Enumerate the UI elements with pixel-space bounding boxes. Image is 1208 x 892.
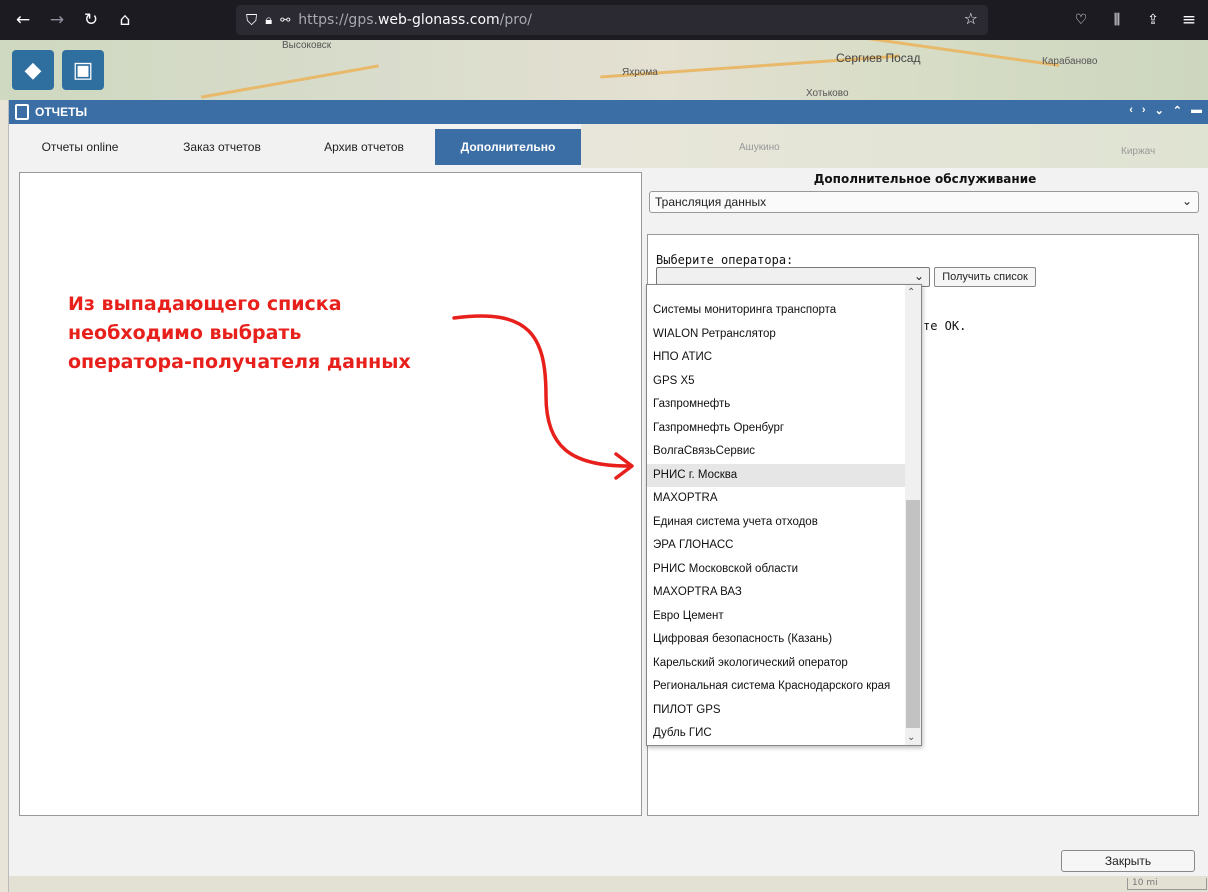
service-select-value: Трансляция данных bbox=[655, 195, 767, 209]
dropdown-option[interactable]: Дубль ГИС bbox=[647, 722, 905, 745]
browser-nav: ← → ↻ ⌂ bbox=[0, 7, 232, 33]
tab-bar: Отчеты online Заказ отчетов Архив отчето… bbox=[9, 129, 581, 165]
minimize-icon[interactable]: ▬ bbox=[1191, 104, 1202, 117]
operator-label: Выберите оператора: bbox=[656, 253, 794, 267]
map-label: Сергиев Посад bbox=[836, 51, 921, 65]
dropdown-option[interactable]: GPS X5 bbox=[647, 370, 905, 394]
dropdown-option[interactable]: ЭРА ГЛОНАСС bbox=[647, 534, 905, 558]
annotation-line: необходимо выбрать bbox=[68, 322, 302, 344]
browser-actions: ♡ ⫼ ⇪ ≡ bbox=[1068, 7, 1202, 33]
dropdown-option[interactable]: Газпромнефть Оренбург bbox=[647, 417, 905, 441]
lock-icon: 🔒︎ bbox=[265, 12, 273, 28]
get-list-button[interactable]: Получить список bbox=[934, 267, 1036, 287]
window-title: ОТЧЕТЫ bbox=[35, 105, 88, 119]
map-label: Карабаново bbox=[1042, 56, 1098, 67]
tab-reports-online[interactable]: Отчеты online bbox=[9, 129, 151, 165]
reports-icon[interactable]: ▣ bbox=[62, 50, 104, 90]
chevron-up-icon[interactable]: ⌃ bbox=[907, 287, 915, 298]
layers-icon[interactable]: ◆ bbox=[12, 50, 54, 90]
annotation-line: оператора-получателя данных bbox=[68, 351, 411, 373]
document-icon bbox=[15, 104, 29, 120]
annotation-line: Из выпадающего списка bbox=[68, 293, 342, 315]
home-icon[interactable]: ⌂ bbox=[112, 7, 138, 33]
dropdown-option[interactable]: РНИС Московской области bbox=[647, 558, 905, 582]
library-icon[interactable]: ⫼ bbox=[1104, 7, 1130, 33]
dropdown-option[interactable]: Системы мониторинга транспорта bbox=[647, 299, 905, 323]
reload-icon[interactable]: ↻ bbox=[78, 7, 104, 33]
dropdown-option[interactable]: WIALON Ретранслятор bbox=[647, 323, 905, 347]
map-label: Высоковск bbox=[282, 40, 332, 51]
map-label: Ашукино bbox=[739, 142, 780, 153]
prev-icon[interactable]: ‹ bbox=[1129, 104, 1133, 117]
dropdown-scrollbar[interactable]: ⌃ ⌄ bbox=[905, 285, 921, 745]
map-background: Ашукино Киржач bbox=[581, 124, 1208, 168]
tab-additional[interactable]: Дополнительно bbox=[435, 129, 581, 165]
service-title: Дополнительное обслуживание bbox=[813, 172, 1037, 186]
forward-icon[interactable]: → bbox=[44, 7, 70, 33]
expand-icon[interactable]: ⌃ bbox=[1173, 104, 1182, 117]
reports-window: ОТЧЕТЫ ‹ › ⌄ ⌃ ▬ Ашукино Киржач Отчеты o… bbox=[8, 100, 1208, 892]
map-label: Яхрома bbox=[622, 67, 658, 78]
dropdown-option[interactable]: ВолгаСвязьСервис bbox=[647, 440, 905, 464]
share-icon[interactable]: ⇪ bbox=[1140, 7, 1166, 33]
tab-archive[interactable]: Архив отчетов bbox=[293, 129, 435, 165]
pocket-icon[interactable]: ♡ bbox=[1068, 7, 1094, 33]
dropdown-option[interactable]: Региональная система Краснодарского края bbox=[647, 675, 905, 699]
shield-icon: ⛉ bbox=[246, 11, 258, 29]
hint-text: те OK. bbox=[923, 319, 967, 333]
map-background bbox=[9, 876, 1208, 892]
dropdown-option[interactable]: Карельский экологический оператор bbox=[647, 652, 905, 676]
map-label: Киржач bbox=[1121, 146, 1156, 157]
annotation-arrow-icon bbox=[452, 314, 634, 480]
back-icon[interactable]: ← bbox=[10, 7, 36, 33]
dropdown-options: Системы мониторинга транспорта WIALON Ре… bbox=[647, 299, 905, 745]
map-background[interactable]: Высоковск Яхрома Сергиев Посад Хотьково … bbox=[0, 40, 1208, 100]
collapse-icon[interactable]: ⌄ bbox=[1155, 104, 1164, 117]
dropdown-option[interactable]: ПИЛОТ GPS bbox=[647, 699, 905, 723]
permissions-icon: ⚯ bbox=[280, 13, 291, 27]
url-text: https://gps.web-glonass.com/pro/ bbox=[298, 12, 533, 28]
dropdown-option[interactable]: MAXOPTRA ВАЗ bbox=[647, 581, 905, 605]
next-icon[interactable]: › bbox=[1142, 104, 1146, 117]
browser-toolbar: ← → ↻ ⌂ ⛉ 🔒︎ ⚯ https://gps.web-glonass.c… bbox=[0, 0, 1208, 40]
service-select[interactable]: Трансляция данных ⌄ bbox=[649, 191, 1199, 213]
left-pane bbox=[19, 172, 642, 816]
scrollbar-thumb[interactable] bbox=[906, 500, 920, 728]
chevron-down-icon: ⌄ bbox=[1181, 194, 1192, 208]
dropdown-option[interactable]: Цифровая безопасность (Казань) bbox=[647, 628, 905, 652]
operator-dropdown-list[interactable]: Системы мониторинга транспорта WIALON Ре… bbox=[646, 284, 922, 746]
menu-icon[interactable]: ≡ bbox=[1176, 7, 1202, 33]
tab-order-reports[interactable]: Заказ отчетов bbox=[151, 129, 293, 165]
annotation-text: Из выпадающего списка необходимо выбрать… bbox=[68, 290, 488, 377]
chevron-down-icon[interactable]: ⌄ bbox=[907, 732, 915, 743]
bookmark-star-icon[interactable]: ☆ bbox=[964, 9, 978, 28]
app-logo: ◆ ▣ bbox=[12, 50, 104, 90]
close-button[interactable]: Закрыть bbox=[1061, 850, 1195, 872]
dropdown-option[interactable]: НПО АТИС bbox=[647, 346, 905, 370]
chevron-down-icon: ⌄ bbox=[913, 269, 924, 283]
window-title-bar: ОТЧЕТЫ ‹ › ⌄ ⌃ ▬ bbox=[9, 100, 1208, 124]
dropdown-option[interactable]: Евро Цемент bbox=[647, 605, 905, 629]
dropdown-option[interactable]: РНИС г. Москва bbox=[647, 463, 905, 487]
map-label: Хотьково bbox=[806, 88, 849, 99]
url-bar[interactable]: ⛉ 🔒︎ ⚯ https://gps.web-glonass.com/pro/ … bbox=[236, 5, 988, 35]
dropdown-option[interactable]: Газпромнефть bbox=[647, 393, 905, 417]
window-controls: ‹ › ⌄ ⌃ ▬ bbox=[1129, 104, 1202, 117]
map-scale: 10 mi bbox=[1127, 878, 1207, 890]
dropdown-option[interactable]: MAXOPTRA bbox=[647, 487, 905, 511]
dropdown-option[interactable]: Единая система учета отходов bbox=[647, 511, 905, 535]
